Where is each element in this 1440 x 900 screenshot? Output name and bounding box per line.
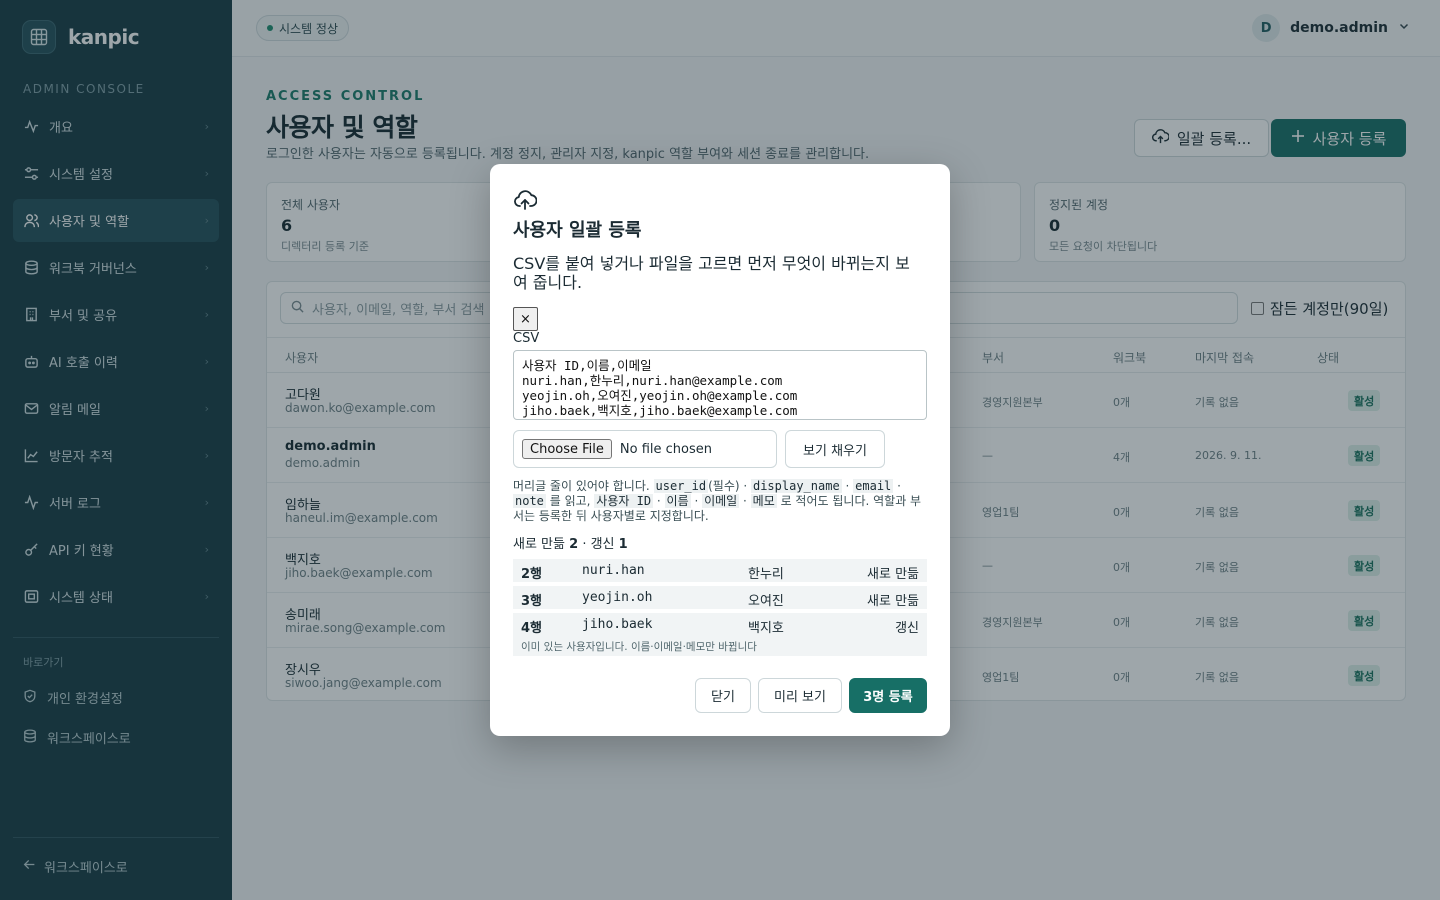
- csv-help-text: 머리글 줄이 있어야 합니다. user_id (필수) · display_na…: [513, 479, 927, 524]
- preview-button[interactable]: 미리 보기: [758, 678, 842, 713]
- help-text: (필수) ·: [708, 479, 751, 493]
- file-status: No file chosen: [619, 441, 712, 457]
- help-text: ·: [893, 479, 901, 493]
- preview-row: 3행 yeojin.oh 오여진 새로 만듦: [513, 586, 927, 609]
- summary-separator: ·: [582, 537, 587, 552]
- bulk-register-dialog: 사용자 일괄 등록 CSV를 붙여 넣거나 파일을 고르면 먼저 무엇이 바뀌는…: [490, 164, 950, 736]
- dialog-description: CSV를 붙여 넣거나 파일을 고르면 먼저 무엇이 바뀌는지 보여 줍니다.: [513, 254, 910, 292]
- preview-row: 2행 nuri.han 한누리 새로 만듦: [513, 559, 927, 582]
- help-text: ·: [739, 494, 751, 508]
- preview-action: 새로 만듦: [867, 594, 919, 609]
- fill-example-button[interactable]: 보기 채우기: [785, 430, 885, 468]
- preview-row: 4행 jiho.baek 백지호 갱신 이미 있는 사용자입니다. 이름·이메일…: [513, 613, 927, 656]
- preview-display-name: 한누리: [748, 567, 784, 582]
- close-button[interactable]: 닫기: [695, 678, 751, 713]
- help-text: 를 읽고,: [545, 494, 595, 508]
- preview-action: 새로 만듦: [867, 567, 919, 582]
- preview-note: 이미 있는 사용자입니다. 이름·이메일·메모만 바뀝니다: [521, 641, 757, 653]
- csv-label: CSV: [513, 331, 540, 346]
- csv-textarea[interactable]: 사용자 ID,이름,이메일 nuri.han,한누리,nuri.han@exam…: [513, 350, 927, 420]
- submit-register-button[interactable]: 3명 등록: [849, 678, 927, 713]
- help-code: 이메일: [702, 494, 740, 508]
- summary-update-count: 1: [618, 537, 628, 552]
- help-code: user_id: [653, 479, 709, 493]
- help-code: email: [853, 479, 894, 493]
- help-text: ·: [690, 494, 703, 508]
- preview-list: 2행 nuri.han 한누리 새로 만듦 3행 yeojin.oh 오여진 새…: [513, 559, 927, 660]
- preview-user-id: jiho.baek: [582, 617, 653, 632]
- dialog-title: 사용자 일괄 등록: [513, 220, 642, 241]
- summary-new-label: 새로 만듦: [513, 537, 565, 552]
- cloud-upload-icon: [513, 188, 538, 216]
- preview-row-number: 3행: [521, 594, 543, 609]
- preview-action: 갱신: [895, 621, 919, 636]
- help-text: ·: [841, 479, 854, 493]
- preview-user-id: nuri.han: [582, 563, 645, 578]
- preview-row-number: 2행: [521, 567, 543, 582]
- help-code: 메모: [750, 494, 777, 508]
- close-icon-button[interactable]: ×: [513, 307, 538, 331]
- preview-display-name: 백지호: [748, 621, 784, 636]
- preview-row-number: 4행: [521, 621, 543, 636]
- preview-summary: 새로 만듦 2 · 갱신 1: [513, 533, 628, 552]
- preview-display-name: 오여진: [748, 594, 784, 609]
- help-text: ·: [653, 494, 665, 508]
- file-input[interactable]: Choose File No file chosen: [513, 430, 777, 468]
- help-code: 사용자 ID: [594, 494, 654, 508]
- help-code: display_name: [750, 479, 842, 493]
- help-text: 머리글 줄이 있어야 합니다.: [513, 479, 654, 493]
- summary-new-count: 2: [569, 537, 579, 552]
- help-code: 이름: [664, 494, 691, 508]
- help-code: note: [513, 494, 546, 508]
- preview-user-id: yeojin.oh: [582, 590, 653, 605]
- choose-file-button[interactable]: Choose File: [522, 439, 612, 459]
- summary-update-label: 갱신: [590, 537, 615, 552]
